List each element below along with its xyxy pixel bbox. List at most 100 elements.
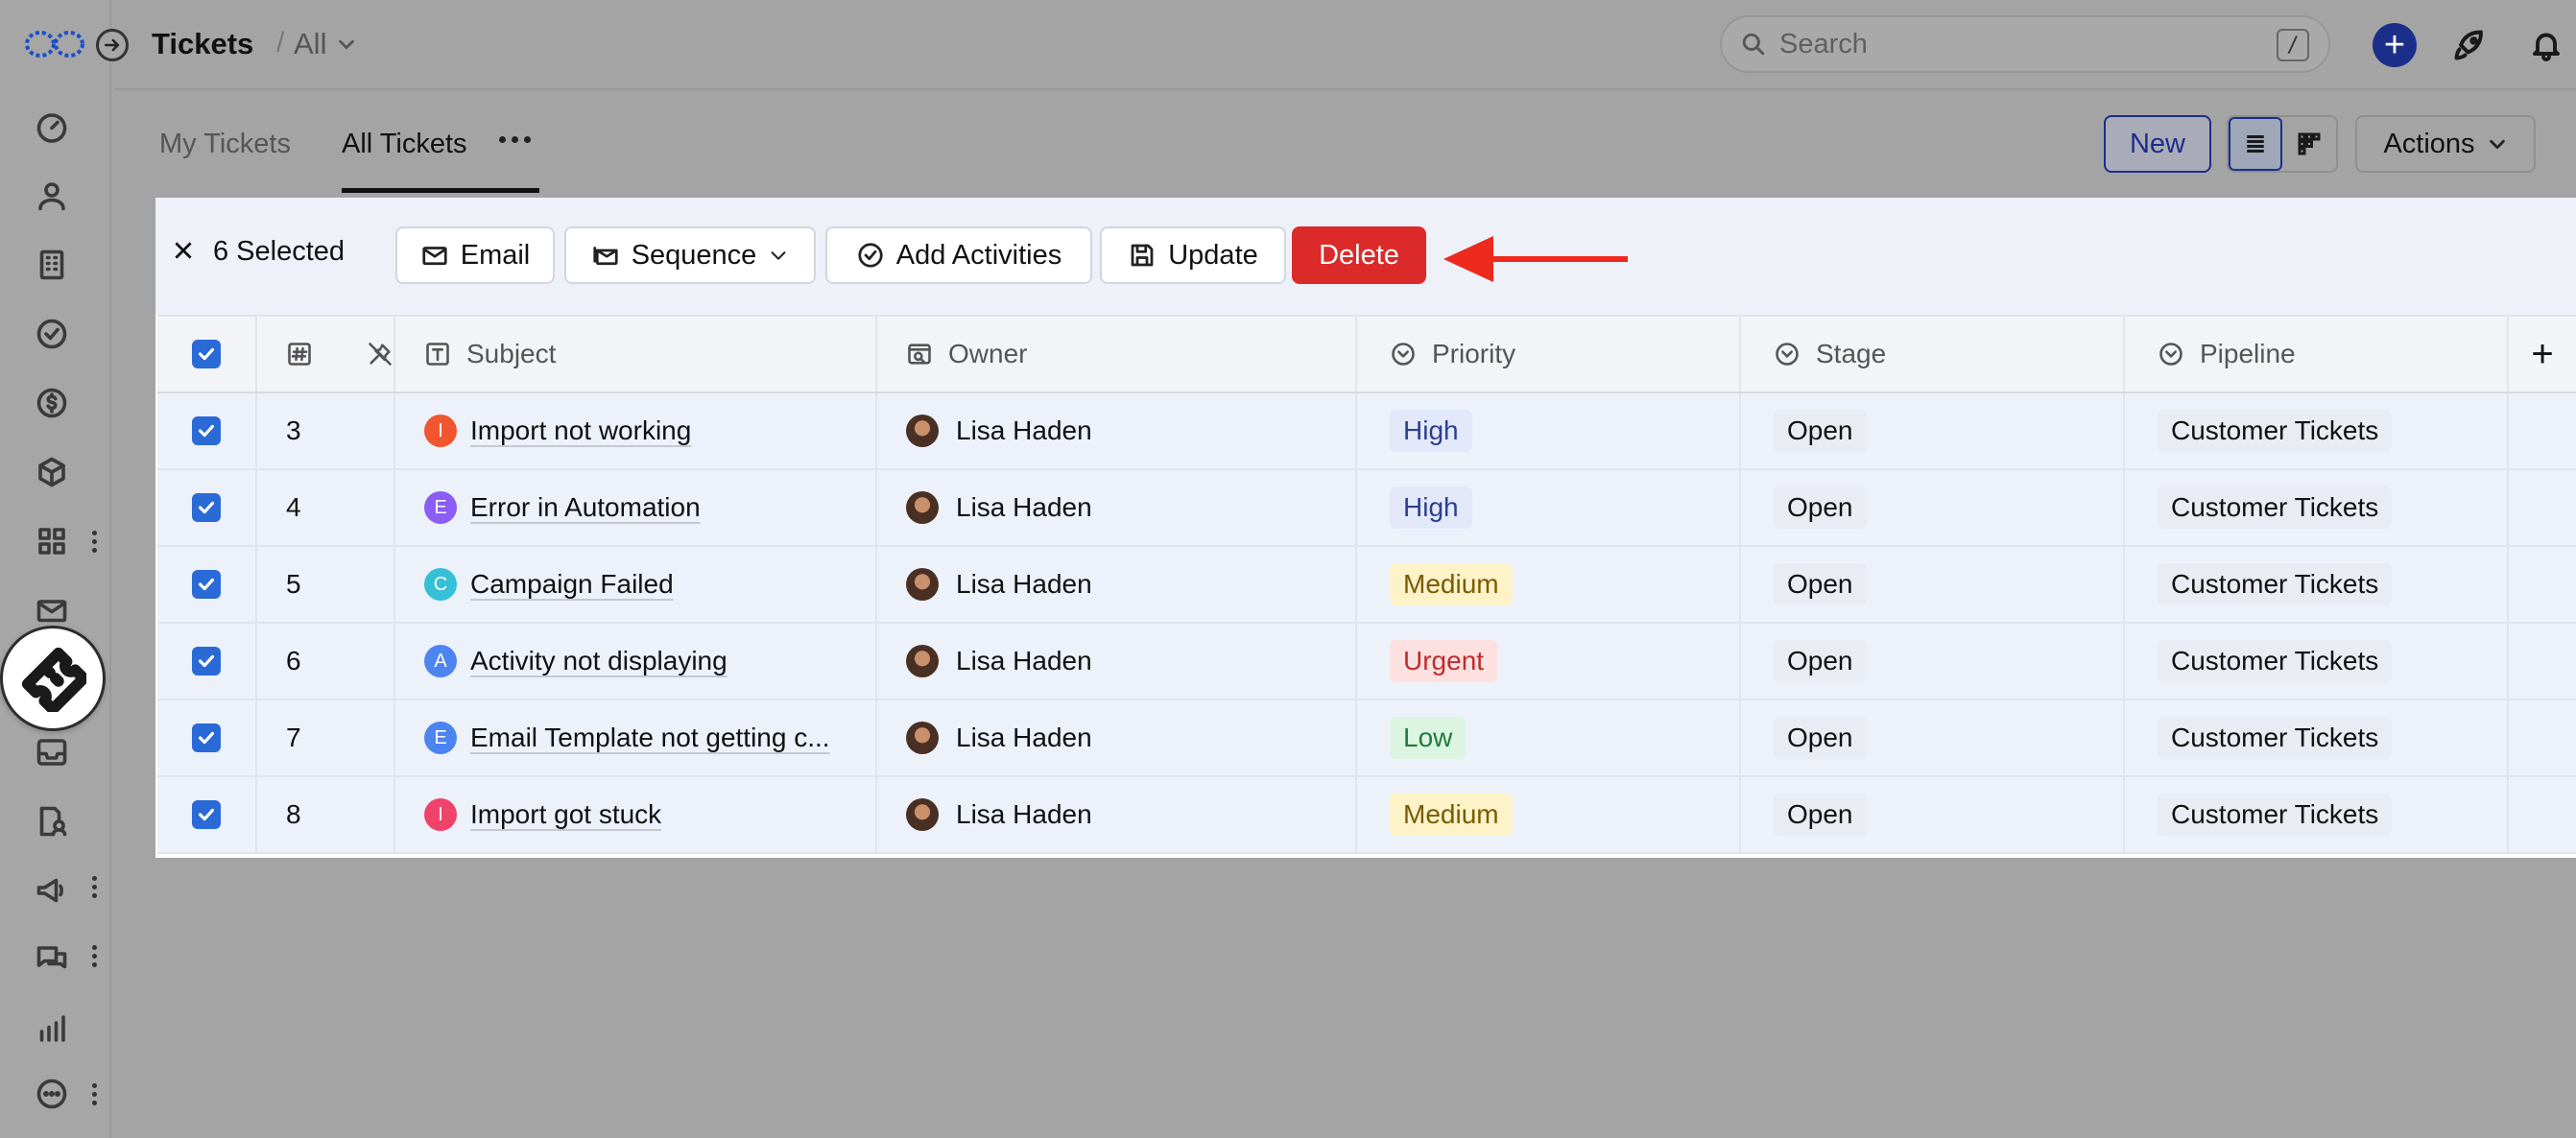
row-checkbox[interactable] <box>192 416 221 445</box>
tab-my-tickets[interactable]: My Tickets <box>159 129 291 160</box>
knowledge-base-icon[interactable] <box>31 800 73 842</box>
inbox-icon[interactable] <box>31 731 73 773</box>
ticket-priority-cell[interactable]: Low <box>1357 700 1741 775</box>
conversations-icon[interactable] <box>31 938 73 981</box>
ticket-pipeline-cell[interactable]: Customer Tickets <box>2125 547 2509 622</box>
tabs-more-icon[interactable] <box>499 136 531 143</box>
priority-badge: Low <box>1390 717 1467 759</box>
new-ticket-button[interactable]: New <box>2104 115 2211 173</box>
apps-icon[interactable] <box>31 520 73 562</box>
ticket-priority-cell[interactable]: Medium <box>1357 547 1741 622</box>
list-view-button[interactable] <box>2229 117 2283 171</box>
ticket-priority-cell[interactable]: Medium <box>1357 777 1741 852</box>
view-selector[interactable]: All <box>294 27 357 61</box>
ticket-priority-cell[interactable]: Urgent <box>1357 624 1741 699</box>
ticket-stage-cell[interactable]: Open <box>1741 777 2125 852</box>
companies-icon[interactable] <box>31 244 73 286</box>
stage-badge: Open <box>1774 410 1867 452</box>
column-header-subject[interactable]: Subject <box>395 317 877 391</box>
ticket-subject-link[interactable]: Import not working <box>470 415 691 446</box>
ticket-priority-cell[interactable]: High <box>1357 470 1741 545</box>
ticket-pipeline-cell[interactable]: Customer Tickets <box>2125 700 2509 775</box>
clear-selection-button[interactable] <box>167 234 200 267</box>
kanban-view-button[interactable] <box>2282 117 2336 171</box>
more-options-icon[interactable] <box>31 1073 73 1115</box>
ticket-subject-link[interactable]: Email Template not getting c... <box>470 723 830 753</box>
ticket-pipeline-cell[interactable]: Customer Tickets <box>2125 470 2509 545</box>
email-button[interactable]: Email <box>395 226 555 284</box>
table-row[interactable]: 3 I Import not working Lisa Haden High O… <box>157 393 2576 470</box>
rocket-icon[interactable] <box>2447 23 2492 67</box>
row-checkbox[interactable] <box>192 723 221 752</box>
deals-icon[interactable] <box>31 382 73 424</box>
contacts-icon[interactable] <box>31 175 73 217</box>
products-icon[interactable] <box>31 451 73 493</box>
column-header-priority[interactable]: Priority <box>1357 317 1741 391</box>
campaigns-more-icon[interactable] <box>86 869 102 904</box>
ticket-stage-cell[interactable]: Open <box>1741 624 2125 699</box>
search-placeholder: Search <box>1779 28 1868 59</box>
reports-icon[interactable] <box>31 1008 73 1050</box>
ticket-subject-link[interactable]: Error in Automation <box>470 492 701 523</box>
conversations-more-icon[interactable] <box>86 938 102 973</box>
ticket-stage-cell[interactable]: Open <box>1741 700 2125 775</box>
table-row[interactable]: 5 C Campaign Failed Lisa Haden Medium Op… <box>157 547 2576 624</box>
column-header-id[interactable] <box>257 317 395 391</box>
stage-badge: Open <box>1774 717 1867 759</box>
ticket-subject-link[interactable]: Activity not displaying <box>470 646 727 676</box>
ticket-stage-cell[interactable]: Open <box>1741 393 2125 468</box>
column-header-pipeline[interactable]: Pipeline <box>2125 317 2509 391</box>
subject-initial-badge: I <box>424 798 457 831</box>
priority-badge: Medium <box>1390 794 1513 836</box>
ticket-subject-cell: I Import got stuck <box>395 777 877 852</box>
ticket-subject-cell: I Import not working <box>395 393 877 468</box>
app-logo-icon[interactable] <box>23 27 86 61</box>
row-filler-cell <box>2509 547 2576 622</box>
table-row[interactable]: 8 I Import got stuck Lisa Haden Medium O… <box>157 777 2576 854</box>
ticket-stage-cell[interactable]: Open <box>1741 547 2125 622</box>
actions-dropdown[interactable]: Actions <box>2355 115 2536 173</box>
delete-button[interactable]: Delete <box>1292 226 1426 284</box>
expand-sidebar-button[interactable] <box>96 29 129 61</box>
row-checkbox[interactable] <box>192 570 221 599</box>
tickets-icon[interactable] <box>0 626 106 731</box>
select-all-checkbox[interactable] <box>192 340 221 368</box>
chevron-down-icon <box>771 251 786 260</box>
ticket-priority-cell[interactable]: High <box>1357 393 1741 468</box>
more-options-menu-icon[interactable] <box>86 1077 102 1111</box>
tab-all-tickets[interactable]: All Tickets <box>342 129 467 160</box>
ticket-stage-cell[interactable]: Open <box>1741 470 2125 545</box>
tasks-icon[interactable] <box>31 313 73 355</box>
ticket-pipeline-cell[interactable]: Customer Tickets <box>2125 777 2509 852</box>
campaigns-icon[interactable] <box>31 869 73 912</box>
column-header-owner[interactable]: Owner <box>877 317 1357 391</box>
apps-more-icon[interactable] <box>86 524 102 558</box>
row-checkbox[interactable] <box>192 800 221 829</box>
check-icon <box>198 424 215 438</box>
table-row[interactable]: 6 A Activity not displaying Lisa Haden U… <box>157 624 2576 700</box>
row-checkbox[interactable] <box>192 647 221 676</box>
dashboard-icon[interactable] <box>31 106 73 148</box>
text-icon <box>426 343 449 366</box>
column-header-stage[interactable]: Stage <box>1741 317 2125 391</box>
ticket-id: 3 <box>257 393 395 468</box>
owner-avatar <box>906 798 939 831</box>
add-activities-button[interactable]: Add Activities <box>825 226 1092 284</box>
notifications-bell-icon[interactable] <box>2524 23 2568 67</box>
row-select-cell <box>157 624 257 699</box>
ticket-pipeline-cell[interactable]: Customer Tickets <box>2125 624 2509 699</box>
ticket-subject-link[interactable]: Import got stuck <box>470 799 661 830</box>
sequence-dropdown[interactable]: Sequence <box>564 226 816 284</box>
row-checkbox[interactable] <box>192 493 221 522</box>
pin-off-icon[interactable] <box>367 341 394 367</box>
search-input[interactable]: Search / <box>1720 15 2330 73</box>
ticket-pipeline-cell[interactable]: Customer Tickets <box>2125 393 2509 468</box>
table-row[interactable]: 4 E Error in Automation Lisa Haden High … <box>157 470 2576 547</box>
add-column-button[interactable]: + <box>2509 317 2576 391</box>
table-row[interactable]: 7 E Email Template not getting c... Lisa… <box>157 700 2576 777</box>
ticket-subject-link[interactable]: Campaign Failed <box>470 569 674 600</box>
update-button[interactable]: Update <box>1100 226 1286 284</box>
quick-add-button[interactable]: + <box>2373 23 2417 67</box>
ticket-id-text: 7 <box>286 723 301 752</box>
row-filler-cell <box>2509 470 2576 545</box>
